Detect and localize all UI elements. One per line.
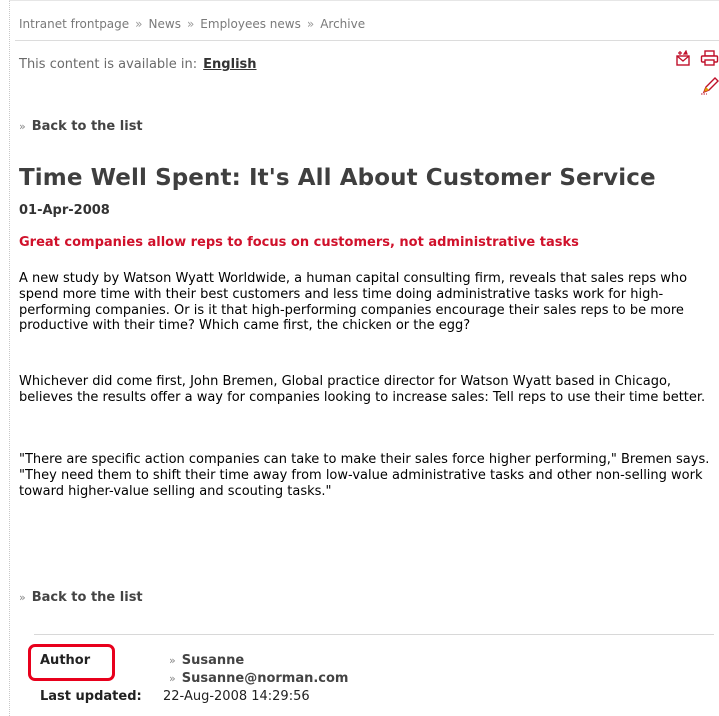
author-label: Author — [40, 653, 91, 668]
back-to-list-label: Back to the list — [31, 119, 143, 134]
send-email-icon[interactable] — [675, 50, 691, 66]
edit-icon[interactable] — [701, 77, 719, 95]
top-border — [9, 0, 719, 1]
back-to-list-link[interactable]: » Back to the list — [19, 590, 143, 605]
article-title: Time Well Spent: It's All About Customer… — [19, 165, 656, 191]
breadcrumb-separator: » — [186, 17, 195, 31]
footer-divider — [34, 634, 714, 635]
last-updated-value: 22-Aug-2008 14:29:56 — [163, 689, 310, 704]
breadcrumb-item-employees-news[interactable]: Employees news — [200, 17, 301, 31]
author-email: Susanne@norman.com — [181, 671, 349, 686]
print-icon[interactable] — [700, 50, 719, 66]
language-selector: This content is available in: English — [19, 57, 257, 72]
page-tools — [673, 47, 719, 97]
double-chevron-right-icon: » — [19, 591, 26, 604]
left-border — [9, 0, 10, 716]
back-to-list-label: Back to the list — [31, 590, 143, 605]
breadcrumb-item-intranet-frontpage[interactable]: Intranet frontpage — [19, 17, 129, 31]
author-email-link[interactable]: » Susanne@norman.com — [169, 671, 348, 686]
breadcrumb-item-news[interactable]: News — [149, 17, 181, 31]
double-chevron-right-icon: » — [169, 672, 176, 685]
article-paragraph-1: A new study by Watson Wyatt Worldwide, a… — [19, 271, 688, 334]
back-to-list-link[interactable]: » Back to the list — [19, 119, 143, 134]
author-name-link[interactable]: » Susanne — [169, 653, 244, 668]
last-updated-label: Last updated: — [40, 689, 142, 704]
breadcrumb-separator: » — [135, 17, 143, 31]
breadcrumb-item-archive[interactable]: Archive — [320, 17, 365, 31]
article-paragraph-2: Whichever did come first, John Bremen, G… — [19, 374, 706, 405]
article-date: 01-Apr-2008 — [19, 203, 110, 218]
double-chevron-right-icon: » — [19, 120, 26, 133]
article-paragraph-3: "There are specific action companies can… — [19, 452, 710, 499]
double-chevron-right-icon: » — [169, 654, 176, 667]
article-subtitle: Great companies allow reps to focus on c… — [19, 235, 579, 250]
language-label: This content is available in: — [19, 57, 198, 72]
author-name: Susanne — [181, 653, 245, 668]
language-link-english[interactable]: English — [203, 57, 256, 72]
breadcrumb-divider — [15, 40, 719, 41]
breadcrumb: Intranet frontpage » News » Employees news » A… — [19, 17, 365, 31]
breadcrumb-separator: » — [306, 17, 315, 31]
